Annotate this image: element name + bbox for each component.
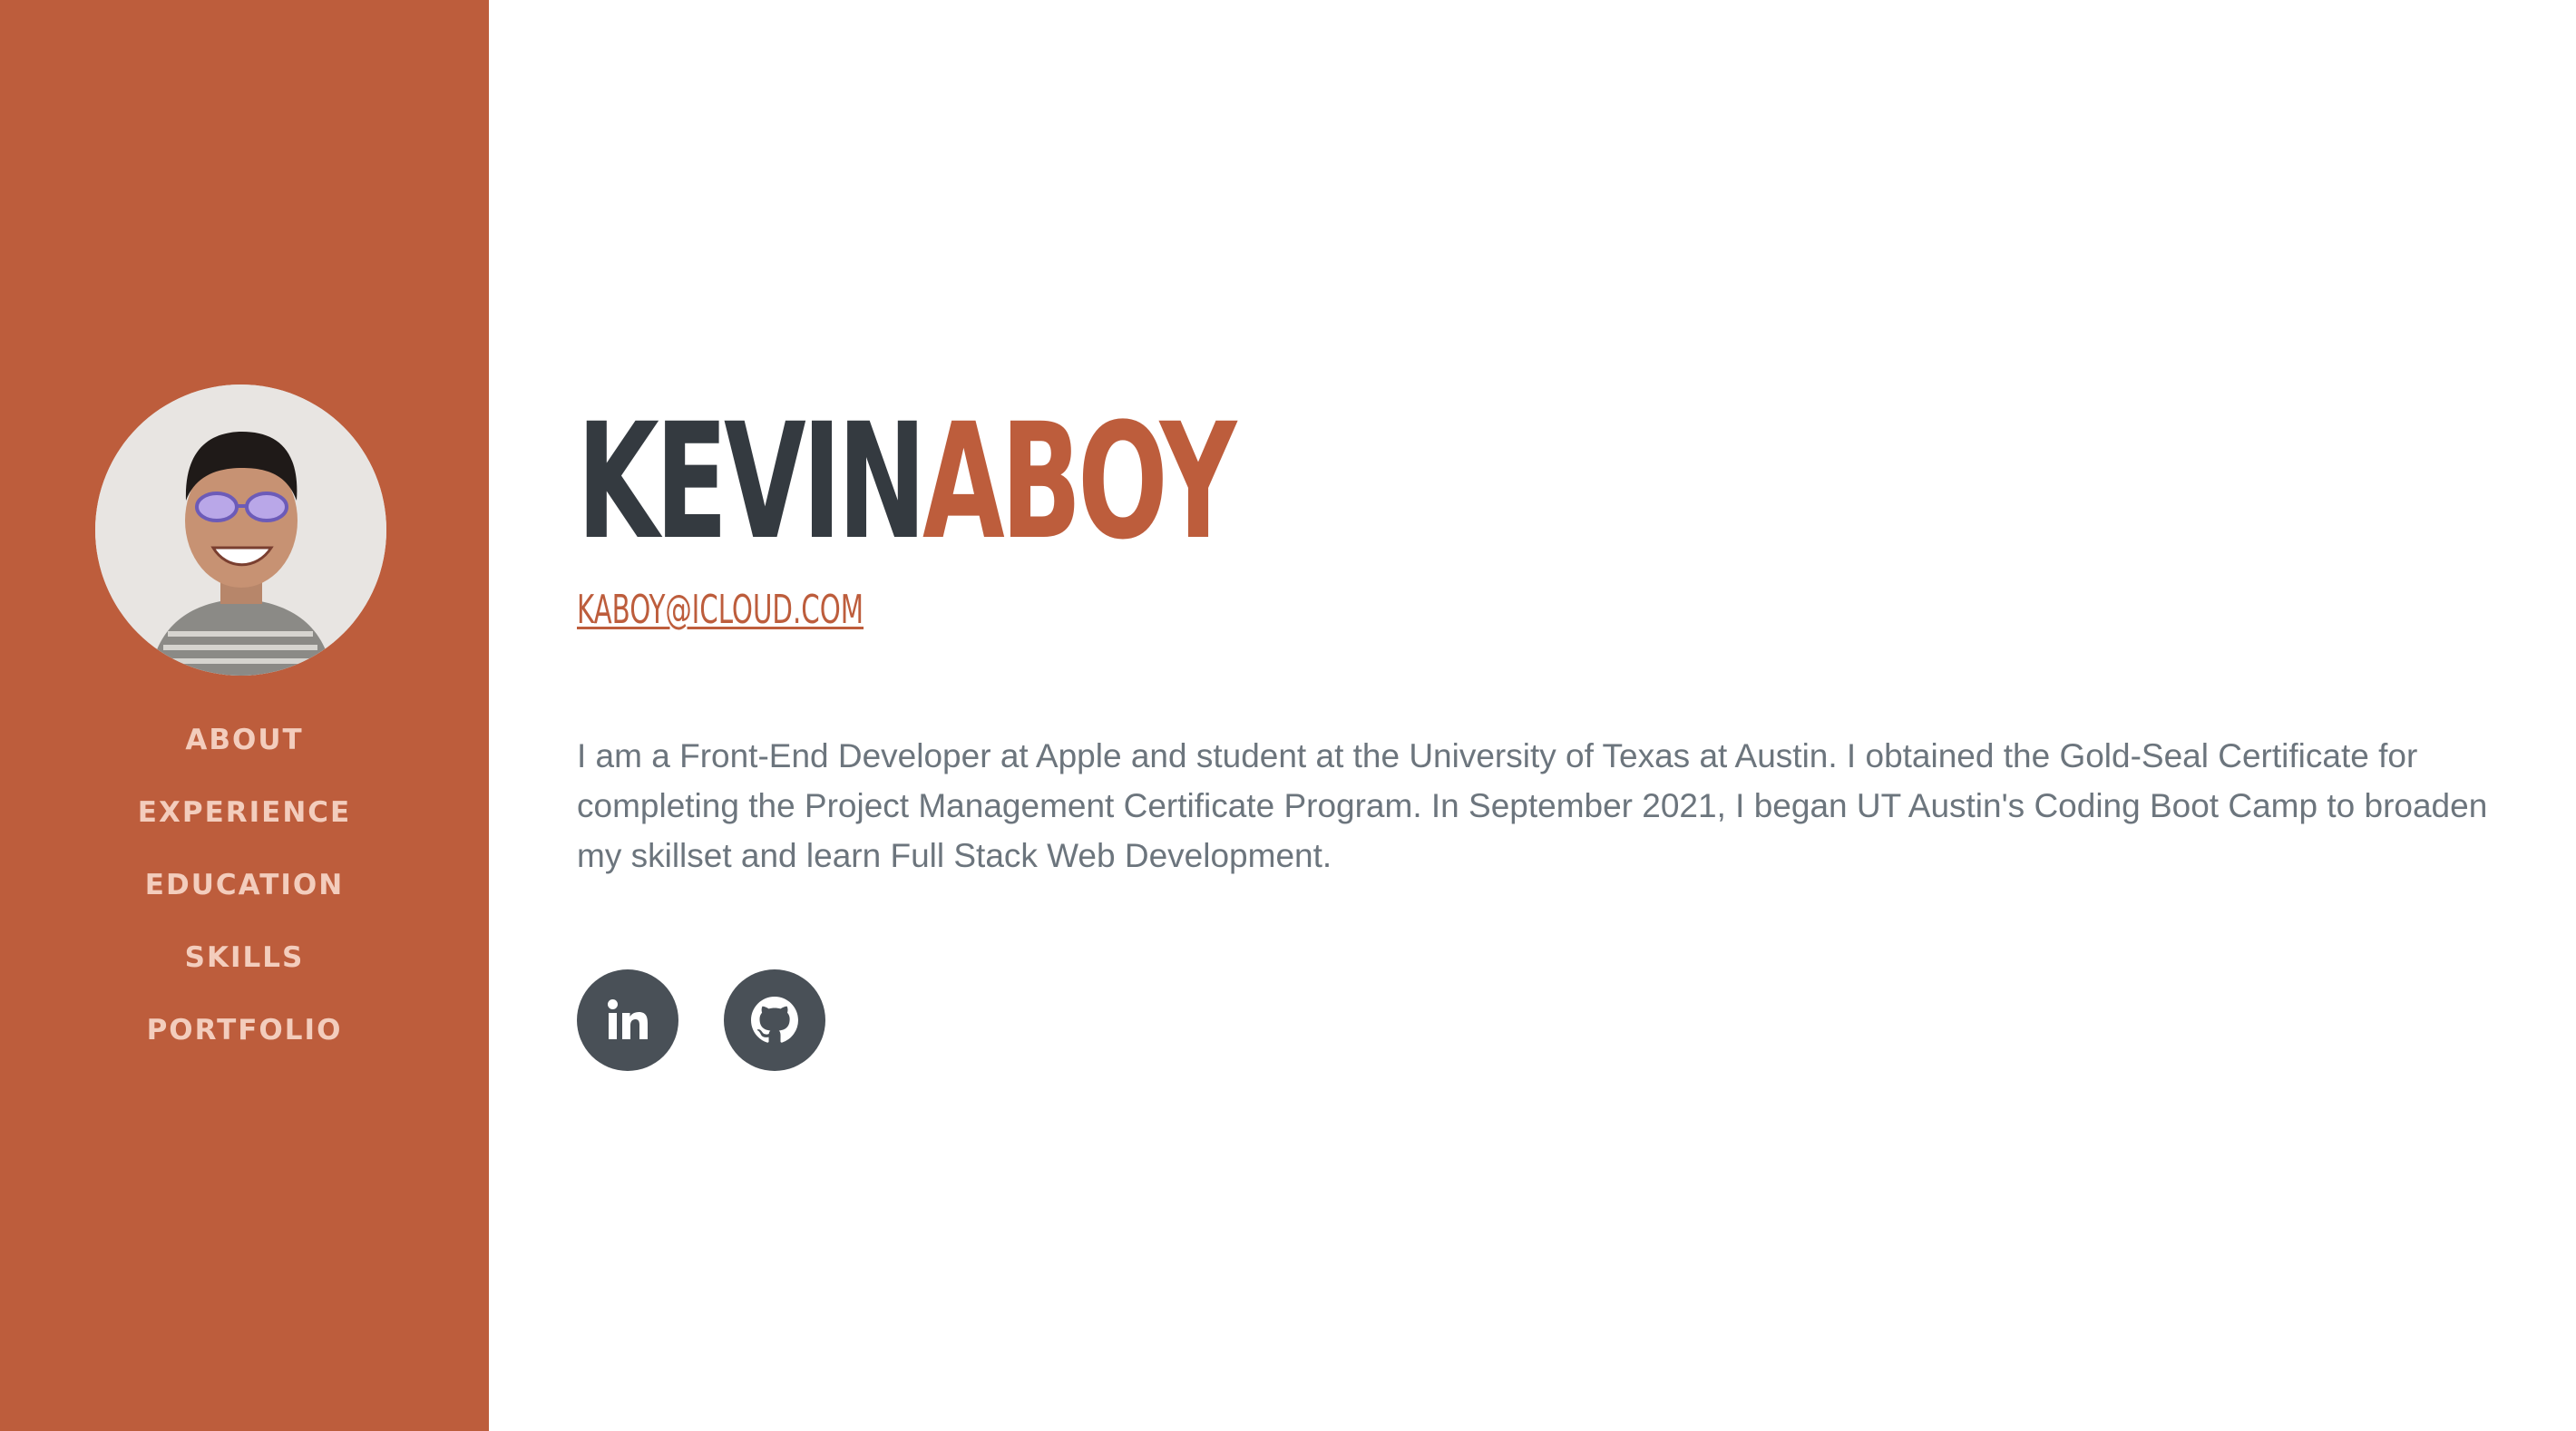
linkedin-button[interactable]	[577, 969, 678, 1071]
github-button[interactable]	[724, 969, 825, 1071]
last-name: ABOY	[922, 389, 1236, 575]
nav-item-experience: EXPERIENCE	[0, 780, 489, 852]
sidebar: ABOUT EXPERIENCE EDUCATION SKILLS PORTFO…	[0, 0, 489, 1431]
email-link[interactable]: KABOY@ICLOUD.COM	[577, 585, 864, 636]
about-section: KEVINABOY KABOY@ICLOUD.COM I am a Front-…	[577, 0, 2527, 1431]
linkedin-icon	[608, 999, 648, 1039]
nav-link-education[interactable]: EDUCATION	[145, 869, 344, 901]
github-icon	[751, 997, 798, 1043]
social-links	[577, 969, 825, 1071]
page: ABOUT EXPERIENCE EDUCATION SKILLS PORTFO…	[0, 0, 2576, 1431]
nav-item-skills: SKILLS	[0, 925, 489, 998]
nav-link-skills[interactable]: SKILLS	[185, 941, 305, 974]
nav-link-experience[interactable]: EXPERIENCE	[138, 796, 351, 829]
nav-item-education: EDUCATION	[0, 852, 489, 925]
profile-avatar	[95, 385, 386, 676]
sidebar-nav: ABOUT EXPERIENCE EDUCATION SKILLS PORTFO…	[0, 707, 489, 1070]
first-name: KEVIN	[577, 389, 926, 575]
nav-link-about[interactable]: ABOUT	[185, 724, 303, 756]
profile-photo	[95, 385, 386, 676]
nav-link-portfolio[interactable]: PORTFOLIO	[147, 1014, 343, 1046]
bio-text: I am a Front-End Developer at Apple and …	[577, 737, 2488, 874]
nav-item-about: ABOUT	[0, 707, 489, 780]
page-title: KEVINABOY	[577, 389, 1236, 575]
nav-item-portfolio: PORTFOLIO	[0, 998, 489, 1070]
